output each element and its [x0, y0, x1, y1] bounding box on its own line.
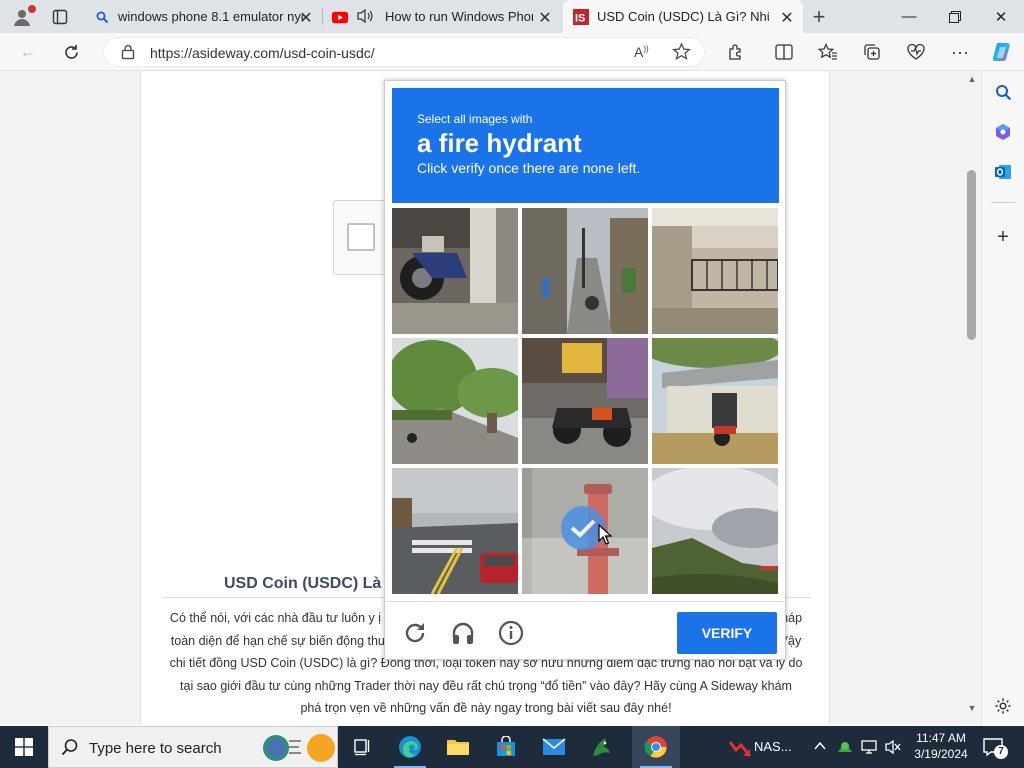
prompt-target: a fire hydrant: [417, 128, 582, 158]
refresh-icon[interactable]: [58, 40, 84, 64]
scrollbar-thumb[interactable]: [967, 170, 976, 340]
clock-time: 11:47 AM: [916, 731, 966, 745]
start-icon[interactable]: [0, 726, 48, 768]
article-heading: USD Coin (USDC) Là: [224, 575, 382, 592]
favorite-star-icon[interactable]: [672, 42, 691, 66]
copilot-icon[interactable]: [990, 40, 1016, 64]
show-hidden-icons-icon[interactable]: [813, 739, 827, 756]
svg-text:IS: IS: [575, 13, 585, 25]
recaptcha-checkbox[interactable]: [347, 223, 375, 251]
mouse-cursor-icon: [598, 523, 613, 551]
network-status-icon[interactable]: [836, 738, 854, 759]
browser-toolbar: ← https://asideway.com/usd-coin-usdc/ A)…: [0, 33, 1024, 71]
tab-title: How to run Windows Phone: [385, 9, 533, 24]
more-menu-icon[interactable]: ···: [947, 40, 973, 64]
captcha-tile-street[interactable]: [522, 208, 648, 334]
captcha-tile-crosswalk[interactable]: [392, 468, 518, 594]
asideway-icon: IS: [573, 9, 589, 25]
task-view-icon[interactable]: [338, 726, 386, 768]
speaker-icon[interactable]: [356, 8, 374, 27]
close-tab-icon[interactable]: ✕: [298, 8, 314, 28]
sidebar-settings-icon[interactable]: [992, 695, 1014, 717]
youtube-icon: [332, 9, 348, 25]
tab-asideway[interactable]: IS USD Coin (USDC) Là Gì? Những ✕: [563, 0, 803, 33]
minimize-icon[interactable]: —: [886, 0, 932, 33]
captcha-tile-house[interactable]: [652, 208, 778, 334]
tab-search[interactable]: windows phone 8.1 emulator nyc ✕: [84, 0, 322, 33]
prompt-hint: Click verify once there are none left.: [417, 160, 641, 176]
restore-icon[interactable]: [932, 0, 978, 33]
scroll-down-icon[interactable]: ▼: [966, 703, 978, 713]
dragon-app-icon[interactable]: [578, 726, 626, 768]
browser-tab-bar: windows phone 8.1 emulator nyc ✕ How to …: [0, 0, 1024, 33]
captcha-challenge-dialog: Select all images with a fire hydrant Cl…: [384, 80, 786, 660]
lock-icon[interactable]: [121, 44, 135, 60]
stock-ticker-label[interactable]: NAS...: [754, 739, 792, 754]
url-text: https://asideway.com/usd-coin-usdc/: [150, 45, 375, 61]
page-scrollbar[interactable]: ▲ ▼: [963, 71, 981, 725]
close-tab-icon[interactable]: ✕: [537, 8, 553, 28]
audio-challenge-icon[interactable]: [448, 618, 478, 648]
split-screen-icon[interactable]: [771, 40, 797, 64]
notification-badge: 7: [994, 745, 1008, 759]
ethernet-icon[interactable]: [861, 739, 879, 760]
scroll-up-icon[interactable]: ▲: [966, 74, 978, 84]
windows-taskbar: Type here to search NAS... 11:47 AM 3/19…: [0, 726, 1024, 768]
close-window-icon[interactable]: ✕: [978, 0, 1024, 33]
search-placeholder: Type here to search: [89, 740, 222, 757]
prompt-instruction: Select all images with: [417, 112, 533, 126]
tab-title: USD Coin (USDC) Là Gì? Những: [597, 9, 769, 24]
reload-challenge-icon[interactable]: [400, 618, 430, 648]
challenge-footer-divider: [385, 601, 785, 602]
edge-sidebar: +: [981, 71, 1024, 725]
captcha-tile-roadside-house[interactable]: [652, 338, 778, 464]
chrome-icon[interactable]: [632, 726, 680, 768]
tab-title: windows phone 8.1 emulator nyc: [118, 9, 303, 24]
address-bar[interactable]: https://asideway.com/usd-coin-usdc/ A)): [103, 37, 705, 67]
tab-youtube[interactable]: How to run Windows Phone ✕: [323, 0, 561, 33]
sidebar-divider: [991, 202, 1015, 203]
browser-essentials-icon[interactable]: [903, 40, 929, 64]
verify-button[interactable]: VERIFY: [677, 612, 777, 654]
mail-icon[interactable]: [530, 726, 578, 768]
microsoft-store-icon[interactable]: [482, 726, 530, 768]
add-sidebar-app-icon[interactable]: +: [992, 226, 1014, 248]
new-tab-icon[interactable]: +: [808, 4, 830, 29]
captcha-tile-cloudy-hill[interactable]: [652, 468, 778, 594]
outlook-icon[interactable]: [992, 161, 1014, 183]
taskbar-search-box[interactable]: Type here to search: [48, 726, 338, 768]
clock-date: 3/19/2024: [914, 747, 968, 761]
sidebar-search-icon[interactable]: [992, 81, 1014, 103]
read-aloud-icon[interactable]: A)): [634, 44, 649, 60]
profile-alert-dot: [28, 5, 36, 13]
captcha-tile-motorbike[interactable]: [392, 208, 518, 334]
info-icon[interactable]: [496, 618, 526, 648]
close-tab-icon[interactable]: ✕: [779, 8, 795, 28]
captcha-prompt: Select all images with a fire hydrant Cl…: [392, 88, 779, 203]
edge-taskbar-icon[interactable]: [386, 726, 434, 768]
search-icon: [94, 9, 110, 25]
favorites-icon[interactable]: [815, 40, 841, 64]
extensions-icon[interactable]: [723, 40, 749, 64]
captcha-tile-tree-road[interactable]: [392, 338, 518, 464]
back-icon[interactable]: ←: [15, 40, 41, 64]
search-icon: [61, 738, 79, 761]
volume-muted-icon[interactable]: [884, 739, 902, 760]
captcha-tile-motorbikes[interactable]: [522, 338, 648, 464]
office-icon[interactable]: [992, 121, 1014, 143]
file-explorer-icon[interactable]: [434, 726, 482, 768]
workspaces-icon[interactable]: [49, 6, 71, 28]
system-clock[interactable]: 11:47 AM 3/19/2024: [906, 730, 976, 762]
collections-icon[interactable]: [859, 40, 885, 64]
search-highlight-icon[interactable]: [261, 733, 335, 768]
